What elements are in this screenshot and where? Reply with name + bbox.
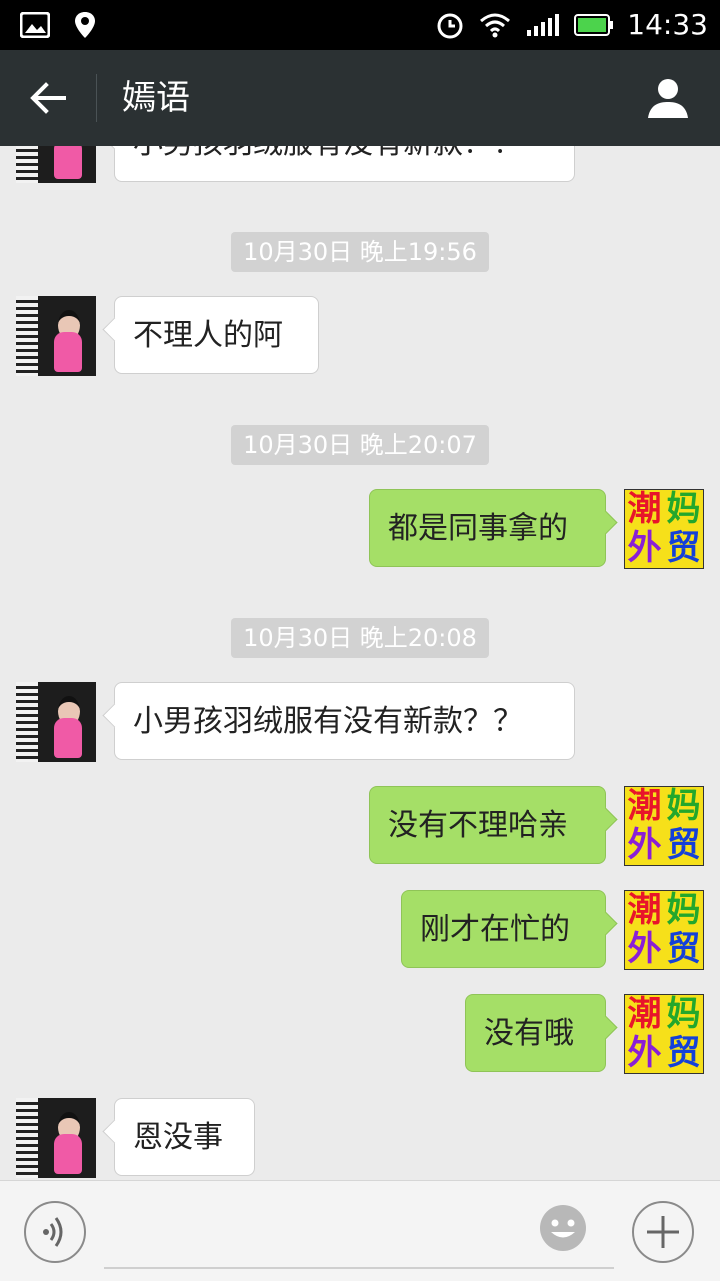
location-pin-icon (75, 12, 95, 38)
image-notification-icon (20, 12, 50, 38)
wifi-icon (480, 13, 511, 38)
avatar-char: 贸 (666, 1033, 701, 1073)
chat-message-list[interactable]: 小男孩羽绒服有没有新款？？ 10月30日 晚上19:56 不理人的阿 10月30… (0, 146, 720, 1180)
voice-wave-icon (43, 1217, 63, 1247)
person-icon (648, 79, 688, 118)
avatar-char: 妈 (666, 489, 701, 529)
avatar-char: 潮 (627, 994, 662, 1034)
message-bubble-incoming[interactable]: 小男孩羽绒服有没有新款？？ (114, 146, 575, 182)
contact-avatar[interactable] (16, 296, 96, 376)
avatar-char: 贸 (666, 528, 701, 568)
avatar-char: 外 (627, 825, 662, 865)
battery-icon (574, 14, 614, 36)
message-input-bar (0, 1180, 720, 1281)
plus-icon (647, 1216, 679, 1248)
contact-avatar[interactable] (16, 146, 96, 183)
message-bubble-incoming[interactable]: 小男孩羽绒服有没有新款？？ (114, 682, 575, 760)
back-button[interactable] (24, 74, 72, 122)
self-avatar[interactable]: 潮 妈 外 贸 (624, 786, 704, 866)
message-bubble-outgoing[interactable]: 没有不理哈亲 (369, 786, 606, 864)
message-bubble-incoming[interactable]: 不理人的阿 (114, 296, 319, 374)
contact-profile-button[interactable] (646, 76, 690, 120)
avatar-char: 外 (627, 1033, 662, 1073)
contact-avatar[interactable] (16, 682, 96, 762)
smiley-icon (540, 1205, 586, 1251)
message-bubble-outgoing[interactable]: 没有哦 (465, 994, 606, 1072)
chat-title: 嫣语 (122, 78, 190, 118)
message-bubble-outgoing[interactable]: 都是同事拿的 (369, 489, 606, 567)
message-timestamp: 10月30日 晚上19:56 (0, 232, 720, 272)
more-options-button[interactable] (632, 1201, 694, 1263)
title-divider (96, 74, 97, 122)
signal-icon (527, 14, 560, 36)
message-bubble-outgoing[interactable]: 刚才在忙的 (401, 890, 606, 968)
avatar-char: 潮 (627, 890, 662, 930)
status-bar: 14:33 (0, 0, 720, 50)
message-timestamp: 10月30日 晚上20:07 (0, 425, 720, 465)
self-avatar[interactable]: 潮 妈 外 贸 (624, 890, 704, 970)
avatar-char: 妈 (666, 994, 701, 1034)
avatar-char: 潮 (627, 786, 662, 826)
avatar-char: 外 (627, 929, 662, 969)
title-bar: 嫣语 (0, 50, 720, 146)
timestamp-text: 10月30日 晚上19:56 (231, 232, 489, 272)
avatar-char: 潮 (627, 489, 662, 529)
clock-time: 14:33 (627, 8, 708, 41)
emoji-button[interactable] (538, 1203, 588, 1253)
back-arrow-icon (30, 82, 66, 114)
avatar-char: 外 (627, 528, 662, 568)
voice-input-button[interactable] (24, 1201, 86, 1263)
avatar-char: 妈 (666, 890, 701, 930)
avatar-char: 贸 (666, 929, 701, 969)
self-avatar[interactable]: 潮 妈 外 贸 (624, 994, 704, 1074)
avatar-char: 贸 (666, 825, 701, 865)
avatar-char: 妈 (666, 786, 701, 826)
message-bubble-incoming[interactable]: 恩没事 (114, 1098, 255, 1176)
timestamp-text: 10月30日 晚上20:07 (231, 425, 489, 465)
timestamp-text: 10月30日 晚上20:08 (231, 618, 489, 658)
contact-avatar[interactable] (16, 1098, 96, 1178)
message-timestamp: 10月30日 晚上20:08 (0, 618, 720, 658)
alarm-icon (437, 13, 463, 39)
self-avatar[interactable]: 潮 妈 外 贸 (624, 489, 704, 569)
